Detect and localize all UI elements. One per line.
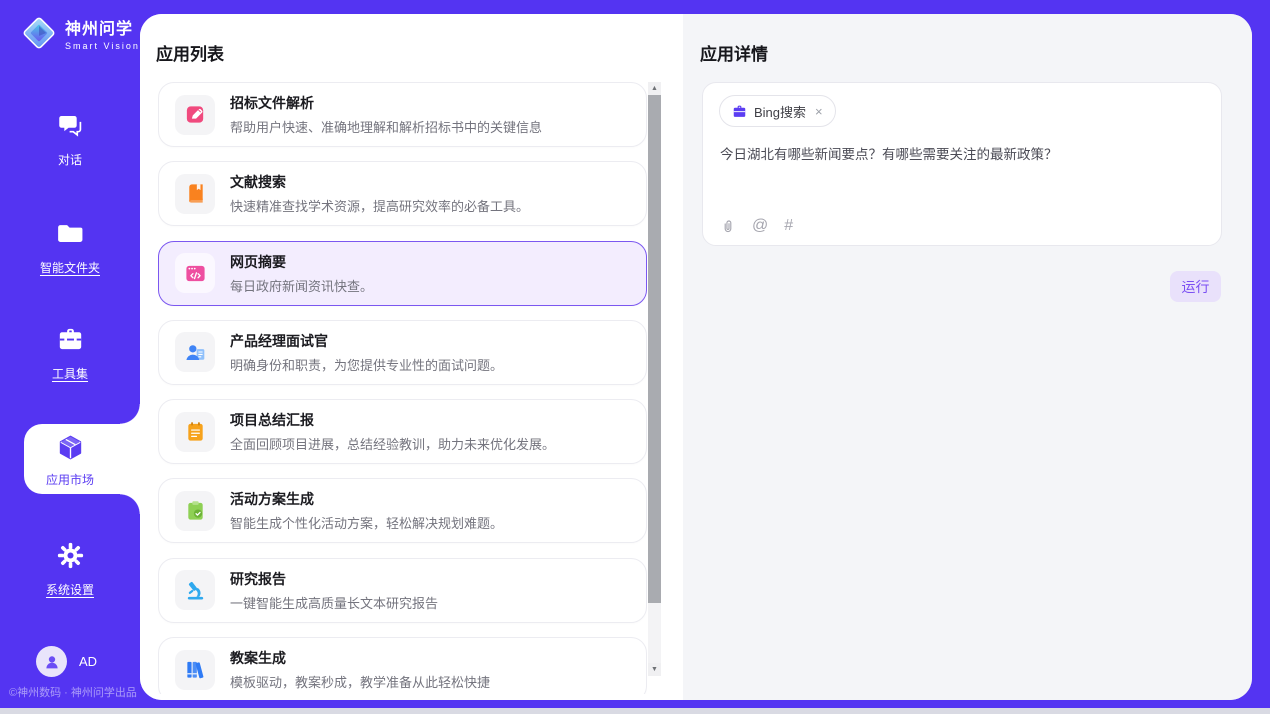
microscope-icon [175, 570, 215, 610]
app-list-title: 应用列表 [156, 40, 224, 65]
window-bottom-edge [0, 708, 1270, 714]
book-icon [175, 174, 215, 214]
app-name: 文献搜索 [230, 172, 529, 192]
user-account[interactable]: AD [36, 646, 97, 677]
scroll-down-arrow-icon[interactable]: ▼ [648, 663, 661, 676]
browser-code-icon [175, 253, 215, 293]
app-description: 一键智能生成高质量长文本研究报告 [230, 593, 438, 612]
app-name: 招标文件解析 [230, 93, 542, 113]
chat-icon [57, 112, 84, 144]
sidebar-item-label: 智能文件夹 [40, 259, 100, 276]
app-card-pm-interviewer[interactable]: 产品经理面试官 明确身份和职责，为您提供专业性的面试问题。 [158, 320, 647, 385]
sidebar-item-label: 对话 [58, 151, 82, 168]
app-card-bid-doc-analysis[interactable]: 招标文件解析 帮助用户快速、准确地理解和解析招标书中的关键信息 [158, 82, 647, 147]
composer-card[interactable]: Bing搜索 × 今日湖北有哪些新闻要点？有哪些需要关注的最新政策？ @ # [702, 82, 1222, 246]
person-doc-icon [175, 332, 215, 372]
app-card-activity-plan[interactable]: 活动方案生成 智能生成个性化活动方案，轻松解决规划难题。 [158, 478, 647, 543]
app-name: 研究报告 [230, 569, 438, 589]
app-detail-panel: 应用详情 Bing搜索 × 今日湖北有哪些新闻要点？有哪些需要关注的最新政策？ … [683, 14, 1252, 700]
app-description: 智能生成个性化活动方案，轻松解决规划难题。 [230, 513, 503, 532]
composer-toolbar: @ # [720, 217, 793, 235]
sidebar-item-smart-folder[interactable]: 智能文件夹 [0, 220, 140, 276]
sidebar: 神州问学 Smart Vision 对话 智能文件夹 [0, 0, 140, 708]
app-card-project-summary[interactable]: 项目总结汇报 全面回顾项目进展，总结经验教训，助力未来优化发展。 [158, 399, 647, 464]
toolbox-icon [57, 326, 84, 358]
person-icon [43, 653, 61, 671]
sidebar-item-toolset[interactable]: 工具集 [0, 326, 140, 382]
app-name: 教案生成 [230, 648, 490, 668]
app-description: 帮助用户快速、准确地理解和解析招标书中的关键信息 [230, 117, 542, 136]
doc-edit-icon [175, 95, 215, 135]
sidebar-item-app-market[interactable]: 应用市场 [0, 434, 140, 488]
app-name: 网页摘要 [230, 252, 373, 272]
app-card-research-report[interactable]: 研究报告 一键智能生成高质量长文本研究报告 [158, 558, 647, 623]
logo-subtitle: Smart Vision [65, 41, 140, 51]
logo-title: 神州问学 [65, 15, 140, 39]
run-button[interactable]: 运行 [1170, 271, 1221, 302]
app-description: 全面回顾项目进展，总结经验教训，助力未来优化发展。 [230, 434, 555, 453]
user-name: AD [79, 654, 97, 669]
gear-icon [57, 542, 84, 574]
app-card-literature-search[interactable]: 文献搜索 快速精准查找学术资源，提高研究效率的必备工具。 [158, 161, 647, 226]
app-name: 活动方案生成 [230, 489, 503, 509]
close-icon[interactable]: × [815, 105, 823, 118]
app-list-panel: 应用列表 招标文件解析 帮助用户快速、准确地理解和解析招标书中的关键信息 [140, 14, 683, 700]
logo-diamond-icon [20, 14, 58, 52]
main-content: 应用列表 招标文件解析 帮助用户快速、准确地理解和解析招标书中的关键信息 [140, 14, 1252, 700]
app-card-list: 招标文件解析 帮助用户快速、准确地理解和解析招标书中的关键信息 文献搜索 快速精… [158, 82, 647, 694]
app-detail-title: 应用详情 [700, 40, 768, 65]
at-icon[interactable]: @ [752, 217, 768, 235]
sidebar-item-chat[interactable]: 对话 [0, 112, 140, 168]
tool-chip-label: Bing搜索 [754, 102, 806, 121]
clipboard-check-icon [175, 491, 215, 531]
scrollbar-thumb[interactable] [648, 95, 661, 603]
app-card-web-summary[interactable]: 网页摘要 每日政府新闻资讯快查。 [158, 241, 647, 306]
app-logo: 神州问学 Smart Vision [20, 14, 140, 52]
list-scrollbar[interactable]: ▲ ▼ [648, 82, 661, 676]
avatar [36, 646, 67, 677]
scroll-up-arrow-icon[interactable]: ▲ [648, 82, 661, 95]
sidebar-item-label: 工具集 [52, 365, 88, 382]
briefcase-icon [732, 104, 747, 119]
sidebar-item-label: 应用市场 [46, 471, 94, 488]
folder-icon [57, 220, 84, 252]
notepad-icon [175, 412, 215, 452]
books-icon [175, 650, 215, 690]
app-description: 每日政府新闻资讯快查。 [230, 276, 373, 295]
cube-icon [57, 434, 84, 466]
app-description: 快速精准查找学术资源，提高研究效率的必备工具。 [230, 196, 529, 215]
copyright-text: ©神州数码 · 神州问学出品 [9, 684, 137, 700]
paperclip-icon[interactable] [720, 218, 736, 234]
app-description: 明确身份和职责，为您提供专业性的面试问题。 [230, 355, 503, 374]
sidebar-item-label: 系统设置 [46, 581, 94, 598]
hash-icon[interactable]: # [784, 217, 793, 235]
tool-chip-bing-search[interactable]: Bing搜索 × [719, 95, 836, 127]
app-name: 项目总结汇报 [230, 410, 555, 430]
question-text[interactable]: 今日湖北有哪些新闻要点？有哪些需要关注的最新政策？ [720, 145, 1200, 165]
app-name: 产品经理面试官 [230, 331, 503, 351]
app-card-lesson-plan[interactable]: 教案生成 模板驱动，教案秒成，教学准备从此轻松快捷 [158, 637, 647, 694]
app-description: 模板驱动，教案秒成，教学准备从此轻松快捷 [230, 672, 490, 691]
sidebar-item-settings[interactable]: 系统设置 [0, 542, 140, 598]
